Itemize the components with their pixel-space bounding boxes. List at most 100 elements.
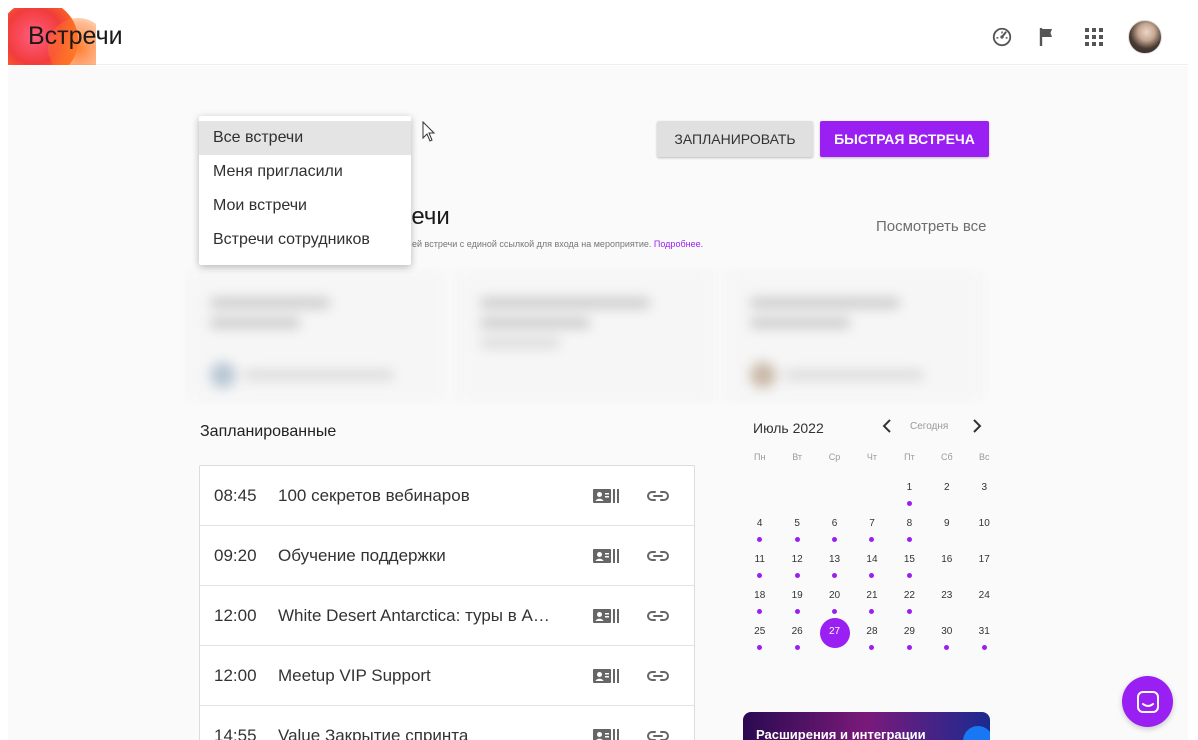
calendar-day[interactable]: 10	[966, 510, 1003, 546]
promo-banner[interactable]: Расширения и интеграции	[743, 712, 990, 740]
calendar-day[interactable]: 19	[778, 582, 815, 618]
calendar-month-label: Июль 2022	[753, 420, 824, 436]
calendar-today-button[interactable]: Сегодня	[910, 421, 948, 432]
link-icon[interactable]	[646, 666, 670, 686]
calendar-week: 11 12 13 14 15 16 17	[741, 546, 1003, 582]
calendar-day[interactable]: 5	[778, 510, 815, 546]
learn-more-link[interactable]: Подробнее.	[654, 239, 703, 249]
calendar-day[interactable]: 21	[853, 582, 890, 618]
speedometer-icon[interactable]	[990, 25, 1014, 49]
contact-card-icon[interactable]	[593, 666, 619, 686]
chevron-right-icon[interactable]	[971, 418, 983, 439]
apps-grid-icon[interactable]	[1082, 25, 1106, 49]
calendar-empty-cell	[778, 474, 815, 510]
calendar-day-number: 19	[791, 590, 803, 601]
event-dot	[757, 573, 763, 578]
link-icon[interactable]	[646, 606, 670, 626]
calendar-day-number: 23	[941, 590, 953, 601]
calendar-day[interactable]: 23	[928, 582, 965, 618]
filter-option-all[interactable]: Все встречи	[199, 121, 411, 155]
calendar-day[interactable]: 15	[891, 546, 928, 582]
event-dot	[794, 645, 800, 650]
calendar-day[interactable]: 31	[966, 618, 1003, 654]
list-item[interactable]: 12:00 Meetup VIP Support	[200, 646, 694, 706]
link-icon[interactable]	[646, 726, 670, 740]
calendar-day[interactable]: 26	[778, 618, 815, 654]
chat-icon	[1136, 690, 1159, 713]
page-title: Встречи	[28, 22, 123, 50]
calendar-day[interactable]: 29	[891, 618, 928, 654]
calendar-day[interactable]: 28	[853, 618, 890, 654]
event-dot	[757, 645, 763, 650]
calendar-day-number: 15	[903, 554, 915, 565]
calendar-day-number: 12	[791, 554, 803, 565]
calendar-day[interactable]: 4	[741, 510, 778, 546]
contact-card-icon[interactable]	[593, 606, 619, 626]
calendar-day[interactable]: 7	[853, 510, 890, 546]
list-item[interactable]: 08:45 100 секретов вебинаров	[200, 466, 694, 526]
calendar-day[interactable]: 27	[816, 618, 853, 654]
link-icon[interactable]	[646, 486, 670, 506]
meeting-filter-dropdown[interactable]: Все встречи Меня пригласили Мои встречи …	[199, 116, 411, 265]
event-dot	[906, 501, 912, 506]
link-icon[interactable]	[646, 546, 670, 566]
event-dot	[869, 609, 875, 614]
event-dot	[944, 645, 950, 650]
calendar-day[interactable]: 2	[928, 474, 965, 510]
calendar-day[interactable]: 6	[816, 510, 853, 546]
calendar-day[interactable]: 13	[816, 546, 853, 582]
view-all-link[interactable]: Посмотреть все	[876, 218, 987, 235]
contact-card-icon[interactable]	[593, 546, 619, 566]
list-item[interactable]: 12:00 White Desert Antarctica: туры в Ан…	[200, 586, 694, 646]
weekday-label: Чт	[866, 452, 878, 462]
calendar-day[interactable]: 30	[928, 618, 965, 654]
calendar-day[interactable]: 20	[816, 582, 853, 618]
calendar-day-number: 11	[754, 554, 765, 565]
calendar-day[interactable]: 8	[891, 510, 928, 546]
contact-card-icon[interactable]	[593, 726, 619, 740]
event-dot	[832, 573, 838, 578]
flag-icon[interactable]	[1036, 25, 1060, 49]
section-subtitle: ей встречи с единой ссылкой для входа на…	[412, 239, 703, 249]
meeting-card[interactable]	[184, 268, 446, 404]
calendar-day-number: 1	[906, 482, 913, 493]
filter-option-mine[interactable]: Мои встречи	[199, 189, 411, 223]
calendar-day[interactable]: 3	[966, 474, 1003, 510]
chevron-left-icon[interactable]	[881, 418, 893, 439]
calendar-day-number: 7	[869, 518, 875, 529]
calendar-day[interactable]: 22	[891, 582, 928, 618]
calendar-empty-cell	[853, 474, 890, 510]
calendar-day[interactable]: 1	[891, 474, 928, 510]
event-dot	[906, 573, 912, 578]
event-dot	[794, 573, 800, 578]
calendar-day-number: 6	[831, 518, 838, 529]
calendar-day[interactable]: 9	[928, 510, 965, 546]
quick-meeting-button[interactable]: БЫСТРАЯ ВСТРЕЧА	[820, 121, 989, 157]
calendar-day[interactable]: 17	[966, 546, 1003, 582]
calendar-day[interactable]: 18	[741, 582, 778, 618]
calendar-day[interactable]: 11	[741, 546, 778, 582]
schedule-button[interactable]: ЗАПЛАНИРОВАТЬ	[657, 121, 813, 157]
support-chat-button[interactable]	[1122, 676, 1173, 727]
weekday-label: Вс	[978, 452, 990, 462]
contact-card-icon[interactable]	[593, 486, 619, 506]
event-dot	[794, 609, 800, 614]
calendar-week: 25 26 27 28 29 30 31	[741, 618, 1003, 654]
meeting-time: 08:45	[214, 485, 257, 505]
calendar-day-number: 28	[866, 626, 878, 637]
list-item[interactable]: 14:55 Value Закрытие спринта	[200, 706, 694, 740]
calendar-day[interactable]: 14	[853, 546, 890, 582]
calendar-day[interactable]: 16	[928, 546, 965, 582]
meeting-time: 09:20	[214, 545, 257, 565]
calendar-day[interactable]: 24	[966, 582, 1003, 618]
list-item[interactable]: 09:20 Обучение поддержки	[200, 526, 694, 586]
calendar-day-number: 22	[903, 590, 915, 601]
calendar-day[interactable]: 12	[778, 546, 815, 582]
filter-option-employees[interactable]: Встречи сотрудников	[199, 223, 411, 257]
meeting-card[interactable]	[724, 268, 986, 404]
calendar-day[interactable]: 25	[741, 618, 778, 654]
avatar[interactable]	[1128, 20, 1162, 54]
meeting-card[interactable]	[454, 268, 716, 404]
event-dot	[794, 537, 800, 542]
filter-option-invited[interactable]: Меня пригласили	[199, 155, 411, 189]
